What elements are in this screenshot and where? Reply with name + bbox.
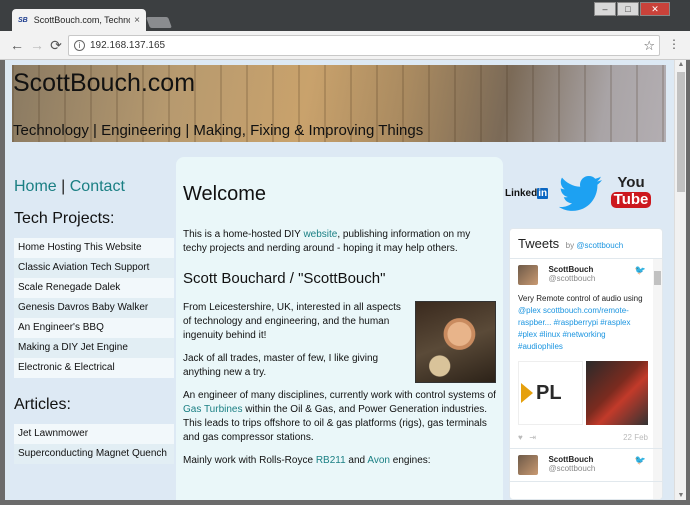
nav-contact-link[interactable]: Contact [70, 178, 125, 195]
tweet-date[interactable]: 22 Feb [623, 433, 648, 442]
scroll-thumb[interactable] [677, 72, 685, 192]
twitter-bird-icon: 🐦 [634, 265, 646, 275]
avatar[interactable] [518, 455, 538, 475]
sidebar-item-davros-walker[interactable]: Genesis Davros Baby Walker [14, 298, 174, 318]
sidebar-item-classic-aviation[interactable]: Classic Aviation Tech Support [14, 258, 174, 278]
sidebar-item-diy-jet-engine[interactable]: Making a DIY Jet Engine [14, 338, 174, 358]
articles-list: Jet Lawnmower Superconducting Magnet Que… [14, 424, 174, 464]
profile-photo [415, 301, 496, 383]
tweets-title: Tweets [518, 236, 560, 251]
like-icon[interactable]: ♥ [518, 433, 523, 442]
gas-turbines-link[interactable]: Gas Turbines [183, 404, 242, 415]
address-bar[interactable]: i 192.168.137.165 ☆ [68, 35, 660, 56]
articles-heading: Articles: [14, 396, 71, 413]
share-icon[interactable]: ⇥ [529, 433, 536, 442]
twitter-timeline: Tweets by @scottbouch ScottBouch @scottb… [509, 228, 663, 500]
nav-home-link[interactable]: Home [14, 178, 57, 195]
tweets-header: Tweets by @scottbouch [510, 229, 662, 259]
site-tagline: Technology | Engineering | Making, Fixin… [13, 122, 424, 139]
browser-toolbar: ← → ⟳ i 192.168.137.165 ☆ ⋮ [0, 31, 690, 60]
tech-projects-list: Home Hosting This Website Classic Aviati… [14, 238, 174, 378]
sidebar-item-renegade-dalek[interactable]: Scale Renegade Dalek [14, 278, 174, 298]
top-nav: Home | Contact [14, 178, 174, 196]
sidebar-item-superconducting-magnet[interactable]: Superconducting Magnet Quench [14, 444, 174, 464]
page-scrollbar[interactable]: ▲ ▼ [674, 60, 686, 500]
tab-close-icon[interactable]: × [134, 15, 140, 26]
site-favicon-icon: SB [18, 16, 28, 24]
sidebar-item-electronic[interactable]: Electronic & Electrical [14, 358, 174, 378]
about-heading: Scott Bouchard / "ScottBouch" [183, 270, 386, 287]
forward-button[interactable]: → [29, 37, 45, 53]
tab-title: ScottBouch.com, Technology [33, 15, 130, 25]
rb211-link[interactable]: RB211 [316, 455, 346, 466]
left-sidebar: Home | Contact Tech Projects: Home Hosti… [14, 178, 174, 482]
tech-projects-heading: Tech Projects: [14, 210, 115, 227]
tweet-media[interactable]: PL [518, 361, 648, 425]
new-tab-button[interactable] [145, 17, 173, 28]
scroll-up-icon[interactable]: ▲ [677, 61, 685, 68]
about-paragraph-4: Mainly work with Rolls-Royce RB211 and A… [183, 455, 431, 466]
browser-titlebar: SB ScottBouch.com, Technology × – □ ✕ [0, 0, 690, 31]
page-title: Welcome [183, 183, 266, 205]
intro-paragraph: This is a home-hosted DIY website, publi… [183, 229, 471, 254]
avon-link[interactable]: Avon [367, 455, 390, 466]
site-title[interactable]: ScottBouch.com [13, 69, 195, 98]
avatar[interactable] [518, 265, 538, 285]
plex-chevron-icon [521, 383, 533, 403]
tweet-links[interactable]: @plex scottbouch.com/remote-raspber... #… [518, 306, 631, 351]
tweet-author-name[interactable]: ScottBouch [548, 265, 595, 274]
main-content: Welcome This is a home-hosted DIY websit… [176, 157, 503, 500]
twitter-icon[interactable] [559, 176, 603, 214]
browser-tab[interactable]: SB ScottBouch.com, Technology × [12, 9, 146, 31]
browser-menu-icon[interactable]: ⋮ [668, 37, 680, 51]
twitter-bird-icon: 🐦 [634, 455, 646, 465]
sidebar-item-engineers-bbq[interactable]: An Engineer's BBQ [14, 318, 174, 338]
website-link[interactable]: website [303, 229, 337, 240]
reload-button[interactable]: ⟳ [48, 37, 64, 53]
linkedin-icon[interactable]: Linkedin [505, 188, 549, 199]
header-banner: ScottBouch.com Technology | Engineering … [12, 65, 666, 142]
tweet-author-name[interactable]: ScottBouch [548, 455, 595, 464]
sidebar-item-home-hosting[interactable]: Home Hosting This Website [14, 238, 174, 258]
plex-logo-image[interactable]: PL [518, 361, 583, 425]
raspberry-pi-photo[interactable] [586, 361, 648, 425]
tweet-author-handle[interactable]: @scottbouch [548, 464, 595, 473]
nav-separator: | [61, 178, 66, 195]
back-button[interactable]: ← [9, 37, 25, 53]
maximize-button[interactable]: □ [617, 2, 639, 16]
tweet-text: Very Remote control of audio using @plex… [518, 294, 643, 351]
bookmark-star-icon[interactable]: ☆ [643, 38, 655, 54]
info-icon[interactable]: i [74, 40, 85, 51]
social-links: Linkedin You Tube [503, 172, 663, 218]
tweet-card[interactable]: ScottBouch @scottbouch 🐦 Very Remote con… [510, 259, 662, 449]
url-text[interactable]: 192.168.137.165 [90, 40, 165, 51]
scroll-down-icon[interactable]: ▼ [677, 492, 685, 499]
tweet-card[interactable]: ScottBouch @scottbouch 🐦 [510, 449, 662, 482]
tweets-handle-link[interactable]: @scottbouch [576, 241, 623, 250]
tweet-author-handle[interactable]: @scottbouch [548, 274, 595, 283]
about-paragraph-3: An engineer of many disciplines, current… [183, 390, 496, 443]
youtube-icon[interactable]: You Tube [609, 172, 653, 216]
close-window-button[interactable]: ✕ [640, 2, 670, 16]
minimize-button[interactable]: – [594, 2, 616, 16]
sidebar-item-jet-lawnmower[interactable]: Jet Lawnmower [14, 424, 174, 444]
page-viewport: ScottBouch.com Technology | Engineering … [5, 60, 674, 500]
